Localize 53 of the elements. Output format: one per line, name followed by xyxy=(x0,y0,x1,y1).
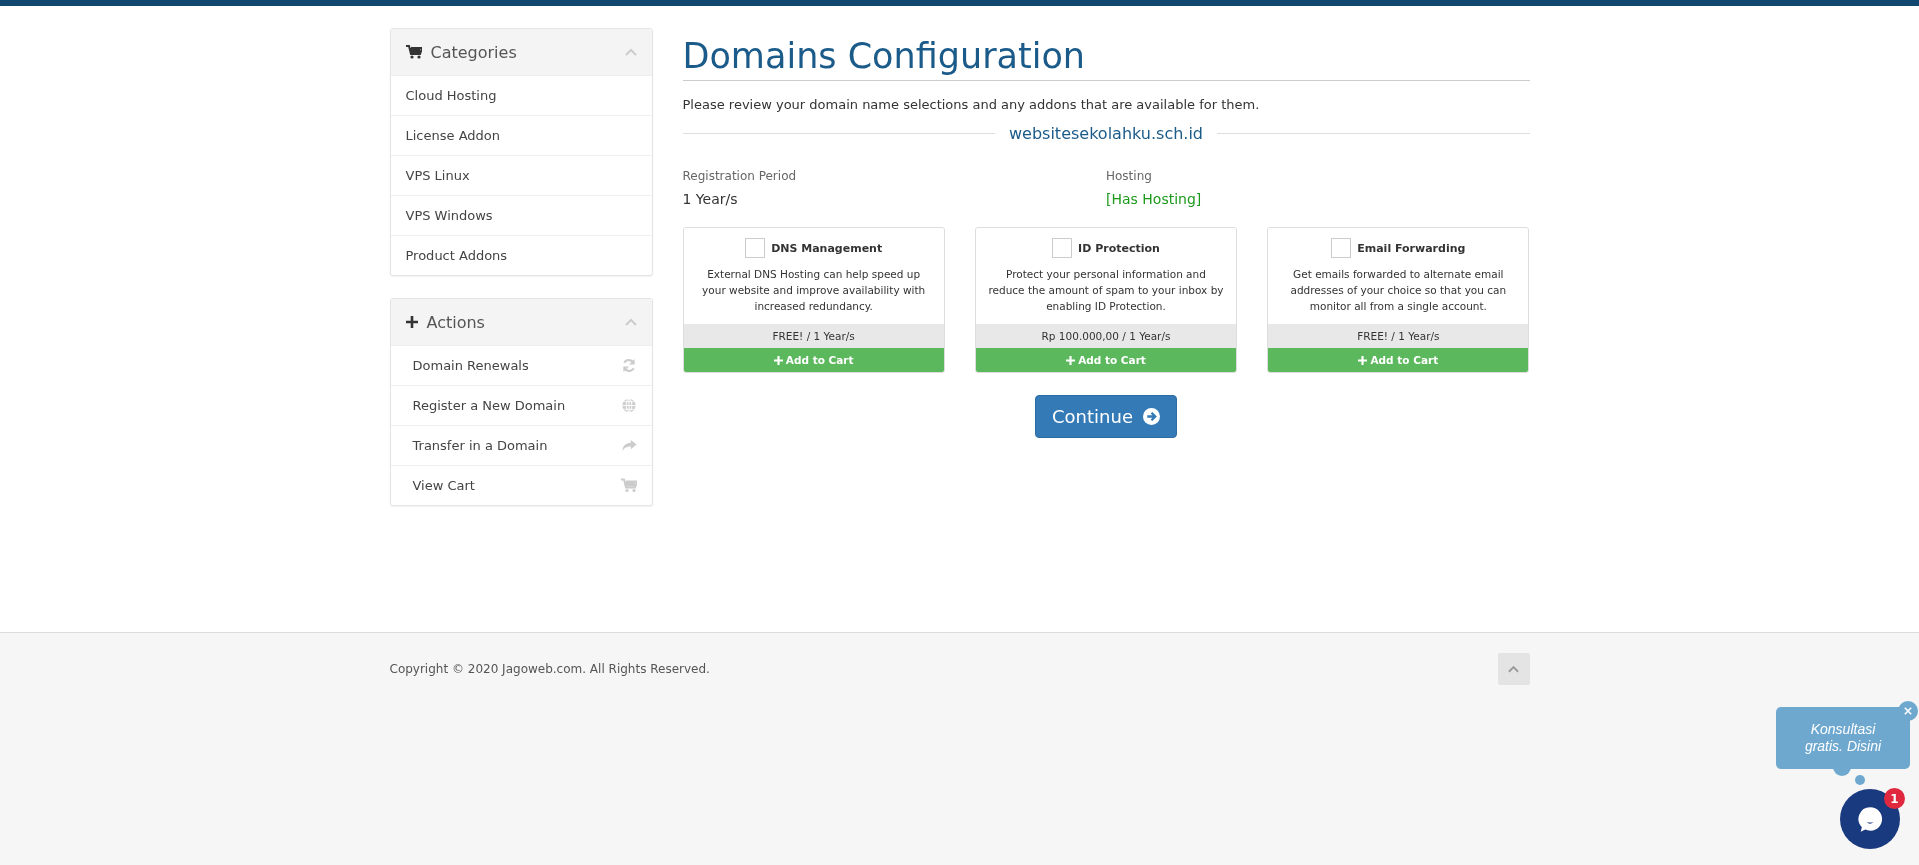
back-to-top-button[interactable] xyxy=(1497,653,1530,685)
category-link[interactable]: Product Addons xyxy=(390,235,652,275)
continue-button[interactable]: Continue xyxy=(1035,395,1177,438)
panel-header[interactable]: Categories xyxy=(390,29,652,75)
addon-description: Get emails forwarded to alternate email addresses of your choice so that you can monitor all from a single account. xyxy=(1289,267,1508,314)
close-icon xyxy=(1904,707,1912,715)
plus-icon xyxy=(773,355,783,365)
category-link[interactable]: VPS Windows xyxy=(390,195,652,235)
addon-description: External DNS Hosting can help speed up your website and improve availability with increased redundancy. xyxy=(701,267,927,314)
category-link[interactable]: License Addon xyxy=(390,115,652,155)
action-link[interactable]: View Cart xyxy=(412,478,475,493)
notification-badge: 1 xyxy=(1884,788,1905,809)
intro-text: Please review your domain name selections and any addons that are available for them. xyxy=(682,97,1261,112)
action-link[interactable]: Transfer in a Domain xyxy=(412,438,548,453)
category-link[interactable]: Cloud Hosting xyxy=(390,75,652,115)
checkbox[interactable] xyxy=(1052,238,1073,258)
chat-button[interactable] xyxy=(1840,789,1900,849)
panel-title: Actions xyxy=(426,312,486,332)
addon-price: Rp 100.000,00 / 1 Year/s xyxy=(975,324,1237,348)
action-link[interactable]: Domain Renewals xyxy=(412,358,529,373)
bubble-tail xyxy=(1855,775,1865,785)
field-label: Registration Period xyxy=(682,169,798,183)
refresh-icon xyxy=(620,358,637,373)
copyright-text: Copyright © 2020 Jagoweb.com. All Rights Reserved. xyxy=(389,662,710,676)
checkbox[interactable] xyxy=(745,238,766,258)
chevron-up-icon xyxy=(1508,665,1519,673)
plus-icon xyxy=(405,316,418,328)
addon-description: Protect your personal information and reduce the amount of spam to your inbox by enabling ID Protection. xyxy=(987,267,1225,314)
page-title: Domains Configuration xyxy=(682,36,1530,81)
addon-name: DNS Management xyxy=(771,241,883,255)
cart-icon xyxy=(620,478,637,493)
checkbox[interactable] xyxy=(1331,238,1352,258)
plus-icon xyxy=(1066,355,1076,365)
globe-icon xyxy=(620,398,637,413)
panel-title: Categories xyxy=(430,42,518,62)
category-link[interactable]: VPS Linux xyxy=(390,155,652,195)
arrow-circle-icon xyxy=(1142,408,1160,425)
action-link[interactable]: Register a New Domain xyxy=(412,398,566,413)
domain-name: websitesekolahku.sch.id xyxy=(1009,124,1203,143)
cart-icon xyxy=(405,45,422,59)
field-label: Hosting xyxy=(1106,169,1153,183)
field-value: [Has Hosting] xyxy=(1106,191,1203,207)
panel-header[interactable]: Actions xyxy=(390,299,652,345)
chat-icon xyxy=(1856,805,1884,833)
addon-name: ID Protection xyxy=(1078,241,1160,255)
addon-name: Email Forwarding xyxy=(1357,241,1466,255)
addon-price: FREE! / 1 Year/s xyxy=(683,324,944,348)
addon-price: FREE! / 1 Year/s xyxy=(1268,324,1529,348)
chevron-icon[interactable] xyxy=(624,48,637,56)
chevron-icon[interactable] xyxy=(624,318,637,326)
field-value: 1 Year/s xyxy=(682,191,739,207)
share-arrow-icon xyxy=(620,438,637,453)
plus-icon xyxy=(1358,355,1368,365)
